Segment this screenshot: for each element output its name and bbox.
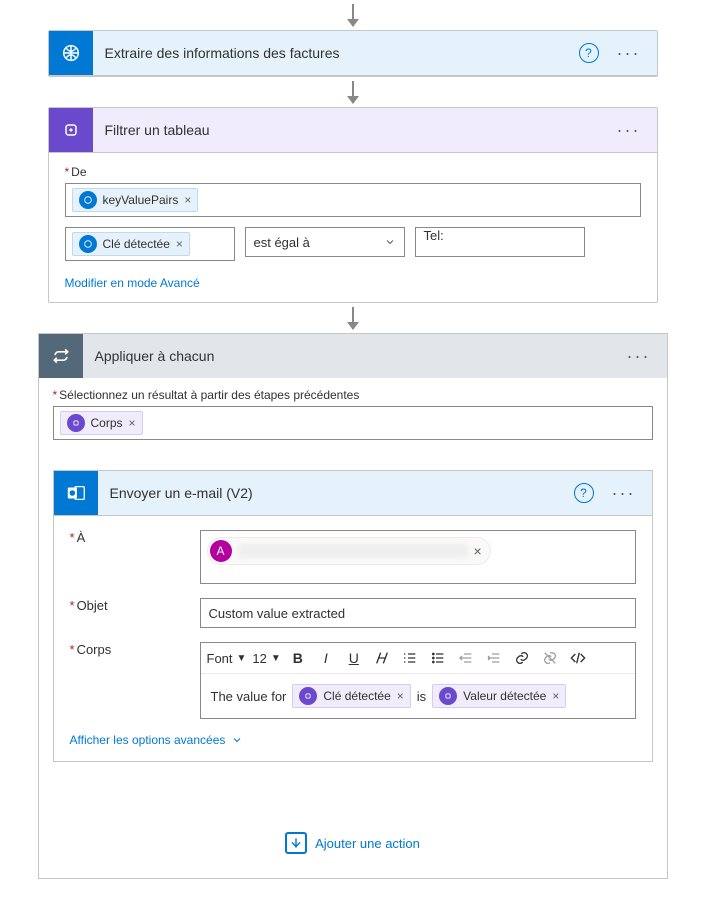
chip-valeur-detectee[interactable]: Valeur détectée × <box>432 684 566 708</box>
recipient-chip[interactable]: A × <box>207 537 491 565</box>
add-action-button[interactable]: Ajouter une action <box>285 832 420 854</box>
chip-remove-icon[interactable]: × <box>552 689 559 703</box>
card-send-email: Envoyer un e-mail (V2) ? ··· À A × <box>53 470 653 762</box>
more-icon[interactable]: ··· <box>611 120 647 141</box>
card-extract[interactable]: Extraire des informations des factures ?… <box>48 30 658 77</box>
chip-label: Clé détectée <box>103 237 170 251</box>
operator-value: est égal à <box>254 235 310 250</box>
chip-label: Corps <box>91 416 123 430</box>
chip-remove-icon[interactable]: × <box>474 543 482 559</box>
chip-icon <box>79 191 97 209</box>
add-action-icon <box>285 832 307 854</box>
to-input[interactable]: A × <box>200 530 636 584</box>
condition-value: Tel: <box>424 228 444 243</box>
condition-value-input[interactable]: Tel: <box>415 227 585 257</box>
add-action-label: Ajouter une action <box>315 836 420 851</box>
from-label: De <box>65 165 641 179</box>
card-filter: Filtrer un tableau ··· De keyValuePairs … <box>48 107 658 303</box>
format-button[interactable] <box>371 647 393 669</box>
rich-text-editor: Font ▼ 12 ▼ B I U <box>200 642 636 719</box>
select-output-label: Sélectionnez un résultat à partir des ét… <box>53 388 653 402</box>
flow-arrow <box>352 81 354 103</box>
italic-button[interactable]: I <box>315 647 337 669</box>
email-header[interactable]: Envoyer un e-mail (V2) ? ··· <box>54 471 652 516</box>
more-icon[interactable]: ··· <box>606 483 642 504</box>
size-select[interactable]: 12 ▼ <box>252 651 280 666</box>
link-button[interactable] <box>511 647 533 669</box>
filter-header[interactable]: Filtrer un tableau ··· <box>49 108 657 153</box>
flow-arrow <box>352 4 354 26</box>
indent-button[interactable] <box>483 647 505 669</box>
chevron-down-icon <box>231 734 243 746</box>
bullet-list-button[interactable] <box>427 647 449 669</box>
card-apply-each: Appliquer à chacun ··· Sélectionnez un r… <box>38 333 668 879</box>
chip-remove-icon[interactable]: × <box>129 416 136 430</box>
show-advanced-link[interactable]: Afficher les options avancées <box>70 733 636 747</box>
recipient-masked <box>238 544 468 558</box>
body-text: The value for <box>211 689 287 704</box>
underline-button[interactable]: U <box>343 647 365 669</box>
font-select[interactable]: Font ▼ <box>207 651 247 666</box>
body-label: Corps <box>70 642 200 719</box>
numbered-list-button[interactable] <box>399 647 421 669</box>
operator-select[interactable]: est égal à <box>245 227 405 257</box>
extract-icon <box>49 31 93 75</box>
chip-remove-icon[interactable]: × <box>176 237 183 251</box>
help-icon[interactable]: ? <box>574 483 594 503</box>
chip-icon <box>439 687 457 705</box>
outdent-button[interactable] <box>455 647 477 669</box>
rte-toolbar: Font ▼ 12 ▼ B I U <box>201 643 635 674</box>
select-output-input[interactable]: Corps × <box>53 406 653 440</box>
bold-button[interactable]: B <box>287 647 309 669</box>
unlink-button[interactable] <box>539 647 561 669</box>
chip-cle-detectee[interactable]: Clé détectée × <box>72 232 190 256</box>
more-icon[interactable]: ··· <box>611 43 647 64</box>
chip-keyvaluepairs[interactable]: keyValuePairs × <box>72 188 199 212</box>
more-icon[interactable]: ··· <box>621 346 657 367</box>
advanced-mode-link[interactable]: Modifier en mode Avancé <box>65 276 200 290</box>
loop-icon <box>39 334 83 378</box>
apply-header[interactable]: Appliquer à chacun ··· <box>39 334 667 378</box>
chip-label: Valeur détectée <box>463 689 546 703</box>
chip-icon <box>299 687 317 705</box>
outlook-icon <box>54 471 98 515</box>
chip-label: keyValuePairs <box>103 193 179 207</box>
subject-value: Custom value extracted <box>209 606 346 621</box>
rte-content[interactable]: The value for Clé détectée × is <box>201 674 635 718</box>
to-label: À <box>70 530 200 584</box>
chip-cle-detectee[interactable]: Clé détectée × <box>292 684 410 708</box>
apply-title: Appliquer à chacun <box>95 348 609 364</box>
filter-icon <box>49 108 93 152</box>
chip-icon <box>67 414 85 432</box>
chip-label: Clé détectée <box>323 689 390 703</box>
subject-input[interactable]: Custom value extracted <box>200 598 636 628</box>
chip-icon <box>79 235 97 253</box>
subject-label: Objet <box>70 598 200 628</box>
from-input[interactable]: keyValuePairs × <box>65 183 641 217</box>
code-view-button[interactable] <box>567 647 589 669</box>
avatar: A <box>210 540 232 562</box>
extract-title: Extraire des informations des factures <box>105 45 567 61</box>
filter-title: Filtrer un tableau <box>105 122 599 138</box>
help-icon[interactable]: ? <box>579 43 599 63</box>
flow-arrow <box>352 307 354 329</box>
condition-left[interactable]: Clé détectée × <box>65 227 235 261</box>
chip-remove-icon[interactable]: × <box>184 193 191 207</box>
chip-remove-icon[interactable]: × <box>397 689 404 703</box>
chevron-down-icon <box>384 236 396 248</box>
chip-corps[interactable]: Corps × <box>60 411 143 435</box>
email-title: Envoyer un e-mail (V2) <box>110 485 562 501</box>
body-text: is <box>417 689 426 704</box>
